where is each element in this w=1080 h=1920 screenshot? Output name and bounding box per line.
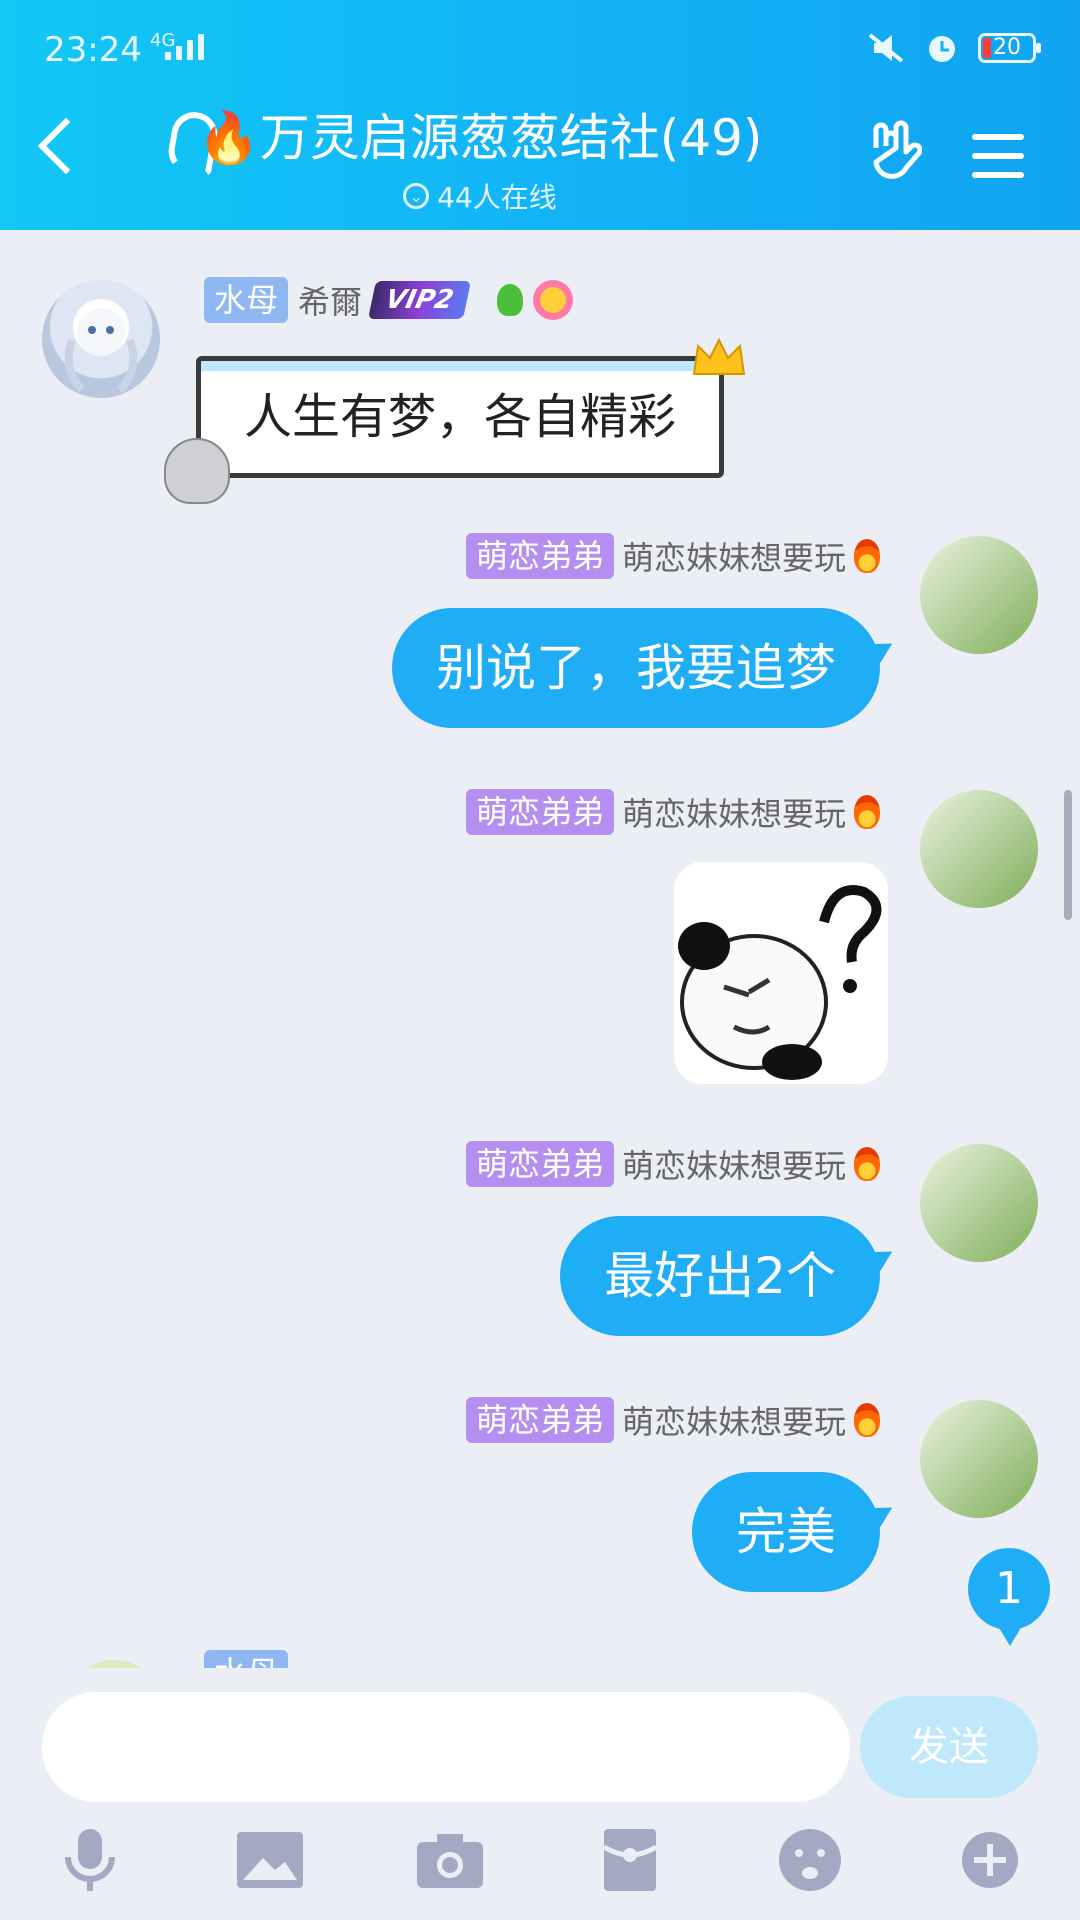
sender-meta: 萌恋弟弟 萌恋妹妹想要玩 bbox=[465, 533, 880, 579]
online-count: 44人在线 bbox=[437, 181, 557, 214]
member-tag: 水母 bbox=[204, 277, 289, 323]
crown-icon bbox=[692, 337, 746, 375]
avatar[interactable] bbox=[920, 1400, 1038, 1518]
vip-badge: VIP2 bbox=[367, 281, 472, 319]
message-bubble[interactable]: 别说了，我要追梦 bbox=[392, 608, 880, 728]
plus-icon[interactable] bbox=[950, 1820, 1030, 1900]
sender-meta: 水母 希爾 VIP2 bbox=[204, 277, 573, 323]
image-icon[interactable] bbox=[230, 1820, 310, 1900]
avatar[interactable] bbox=[920, 790, 1038, 908]
battery-icon: 20 bbox=[978, 33, 1041, 63]
avatar[interactable] bbox=[920, 536, 1038, 654]
status-time: 23:24 bbox=[44, 30, 142, 70]
toolbar bbox=[0, 1820, 1080, 1910]
smile-flower-icon bbox=[532, 280, 573, 320]
mute-icon bbox=[868, 33, 904, 63]
sprout-icon bbox=[496, 284, 523, 316]
sender-name[interactable]: 萌恋妹妹想要玩 bbox=[622, 1141, 846, 1187]
scrollbar[interactable] bbox=[1064, 790, 1072, 920]
avatar[interactable] bbox=[42, 280, 160, 398]
title-block[interactable]: 🔥万灵启源葱葱结社(49) ⌄ 44人在线 bbox=[160, 98, 800, 216]
camera-icon[interactable] bbox=[410, 1820, 490, 1900]
member-tag: 萌恋弟弟 bbox=[465, 533, 614, 579]
panda-question-sticker[interactable] bbox=[674, 862, 888, 1084]
microphone-icon[interactable] bbox=[50, 1820, 130, 1900]
input-bar: 发送 bbox=[0, 1668, 1080, 1920]
menu-button[interactable] bbox=[972, 134, 1024, 191]
member-tag: 萌恋弟弟 bbox=[465, 1141, 614, 1187]
message-bubble[interactable]: 最好出2个 bbox=[560, 1216, 880, 1336]
flame-icon bbox=[854, 795, 880, 829]
member-tag: 萌恋弟弟 bbox=[465, 789, 614, 835]
emoji-icon[interactable] bbox=[770, 1820, 850, 1900]
sender-meta: 萌恋弟弟 萌恋妹妹想要玩 bbox=[465, 1141, 880, 1187]
sender-name[interactable]: 萌恋妹妹想要玩 bbox=[622, 533, 846, 579]
send-button[interactable]: 发送 bbox=[860, 1696, 1038, 1798]
alarm-icon bbox=[929, 36, 955, 62]
message-input[interactable] bbox=[42, 1692, 850, 1802]
online-status: ⌄ 44人在线 bbox=[160, 176, 800, 216]
message-bubble[interactable]: 完美 bbox=[692, 1472, 880, 1592]
chat-header: 23:24 4G 20 🔥万灵启源葱葱结社(49) ⌄ 44人在线 bbox=[0, 0, 1080, 230]
flame-icon bbox=[854, 1147, 880, 1181]
red-packet-icon[interactable] bbox=[590, 1820, 670, 1900]
group-title: 🔥万灵启源葱葱结社(49) bbox=[197, 109, 763, 167]
chevron-down-icon: ⌄ bbox=[403, 183, 430, 209]
flame-icon bbox=[854, 539, 880, 573]
back-button[interactable] bbox=[37, 117, 95, 175]
rock-hand-icon[interactable] bbox=[866, 118, 922, 182]
cat-decoration-icon bbox=[164, 438, 230, 504]
member-tag: 萌恋弟弟 bbox=[465, 1397, 614, 1443]
status-icons: 20 bbox=[866, 30, 1041, 66]
avatar[interactable] bbox=[920, 1144, 1038, 1262]
unread-count-badge[interactable]: 1 bbox=[968, 1548, 1050, 1646]
message-bubble[interactable]: 人生有梦，各自精彩 bbox=[196, 356, 724, 478]
signal-icon bbox=[165, 34, 204, 60]
sender-meta: 萌恋弟弟 萌恋妹妹想要玩 bbox=[465, 789, 880, 835]
sender-name[interactable]: 萌恋妹妹想要玩 bbox=[622, 1397, 846, 1443]
sender-name[interactable]: 萌恋妹妹想要玩 bbox=[622, 789, 846, 835]
sender-meta: 萌恋弟弟 萌恋妹妹想要玩 bbox=[465, 1397, 880, 1443]
flame-icon bbox=[854, 1403, 880, 1437]
sender-name[interactable]: 希爾 bbox=[298, 277, 362, 323]
